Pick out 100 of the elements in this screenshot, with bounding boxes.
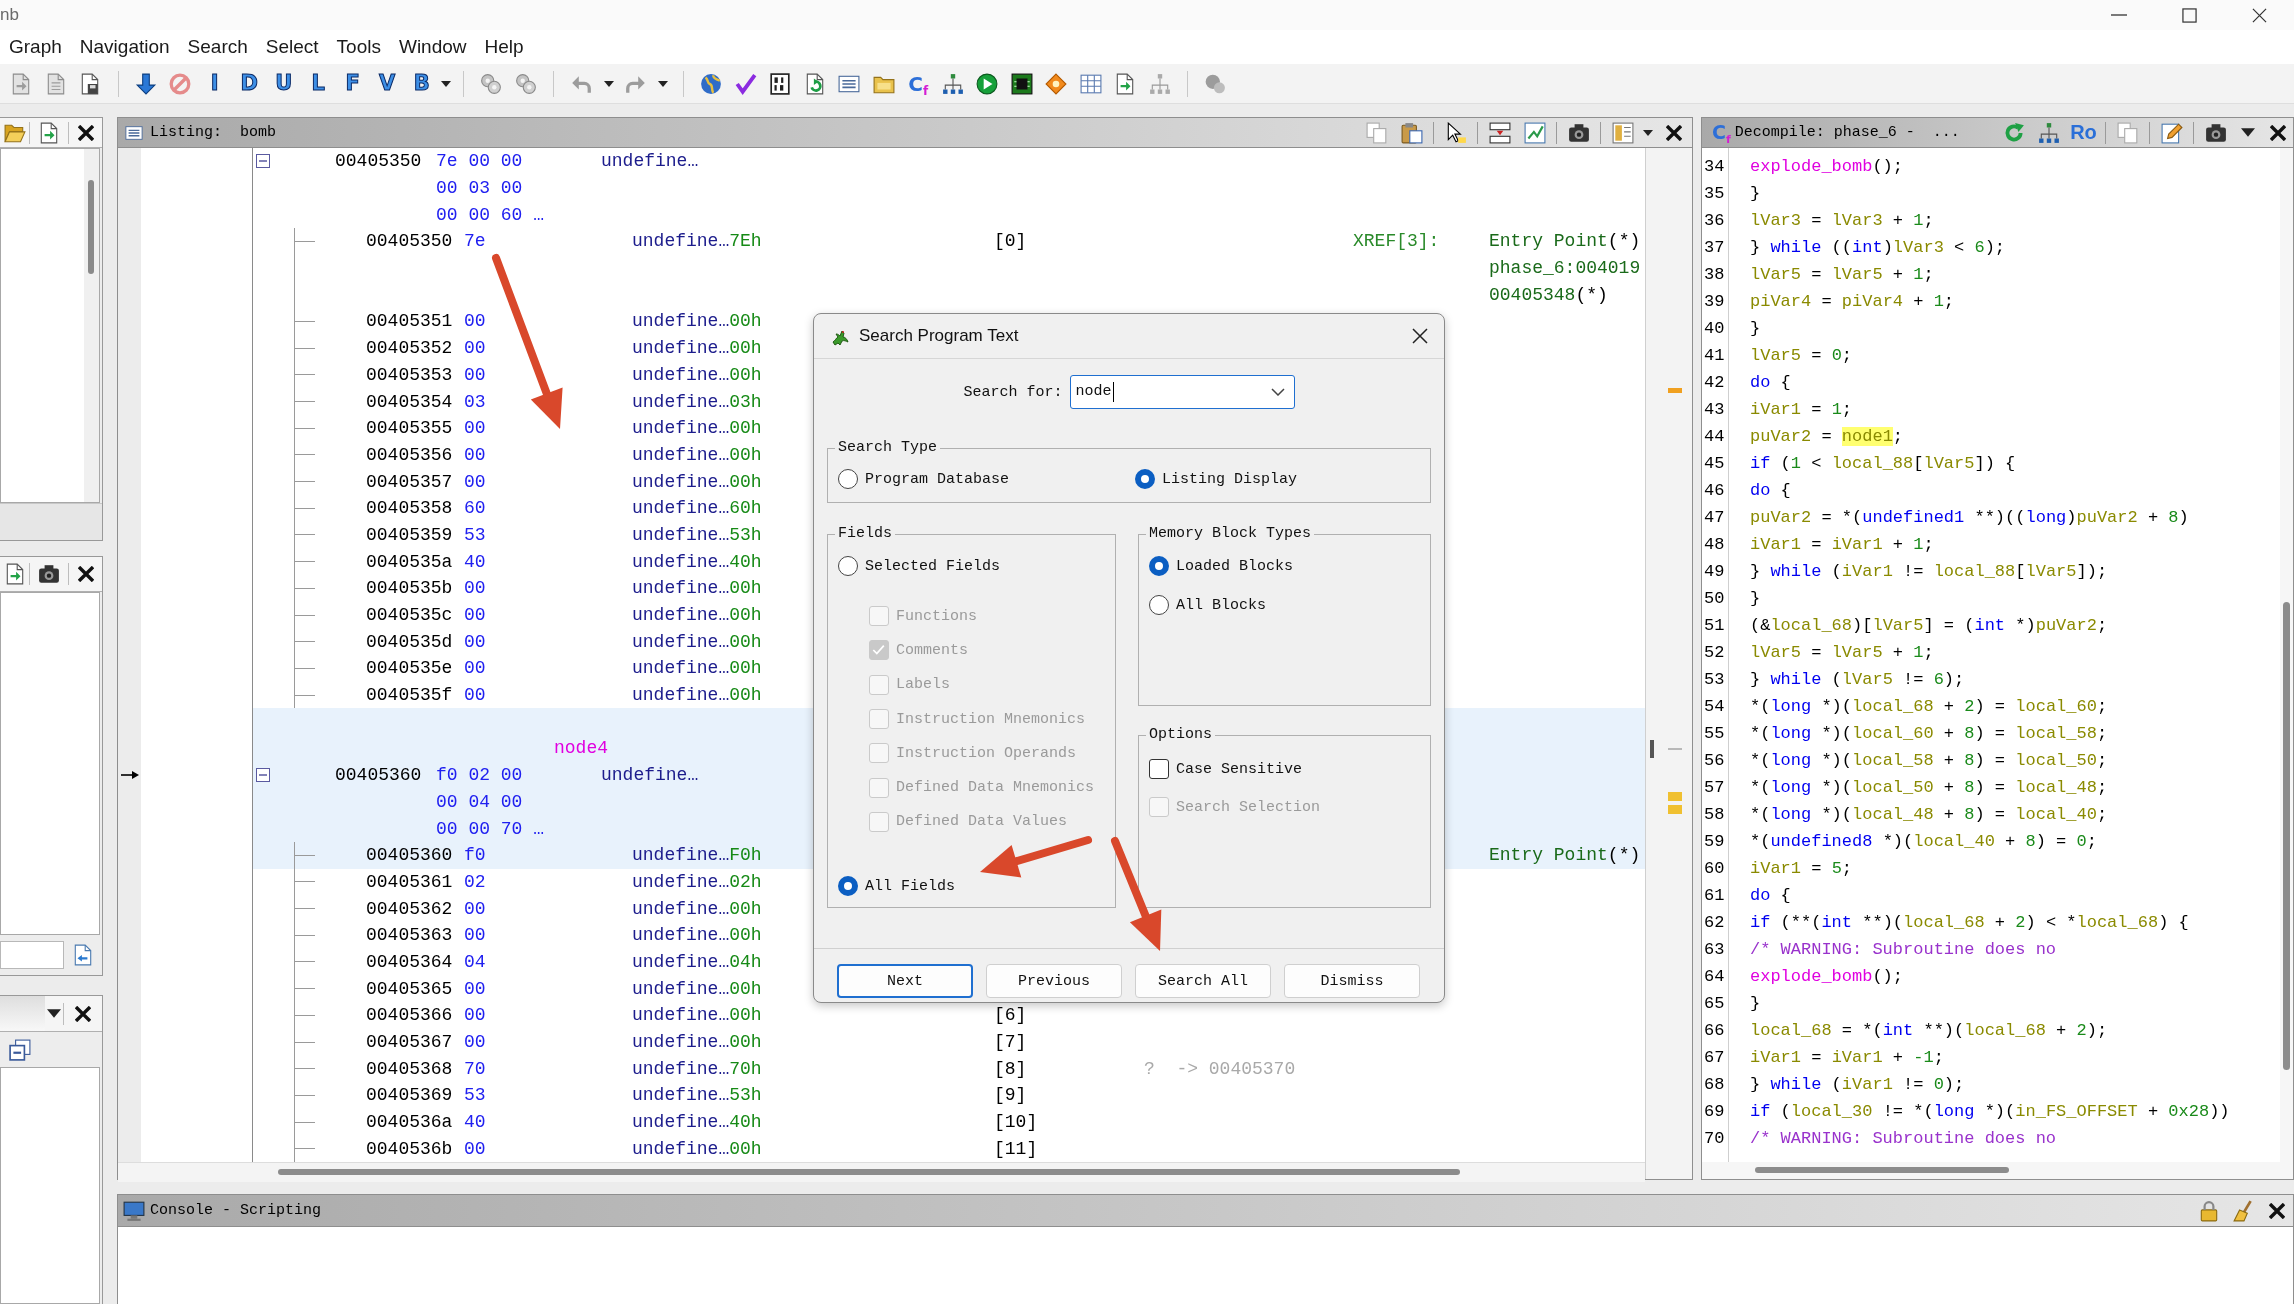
radio-button[interactable] [1149, 556, 1169, 576]
menu-item[interactable]: Select [256, 34, 328, 60]
radio-button[interactable] [1135, 469, 1155, 489]
mnemonic: undefine… [632, 658, 730, 679]
close-icon[interactable] [77, 566, 94, 582]
chart-icon[interactable] [1523, 121, 1546, 144]
dialog-button[interactable]: Search All [1135, 964, 1271, 998]
table-icon[interactable] [1079, 72, 1102, 95]
byte-value: 7e [464, 231, 486, 252]
menu-item[interactable]: Window [389, 34, 476, 60]
collapse-toggle-icon[interactable] [256, 768, 270, 783]
address: 00405354 [366, 391, 453, 412]
option-label: Labels [896, 676, 950, 694]
code-line: *(long *)(local_48 + 8) = local_40; [1750, 805, 2108, 824]
monitor-icon[interactable] [123, 1199, 145, 1222]
close-icon[interactable] [75, 1005, 91, 1022]
caret-icon[interactable] [658, 80, 668, 87]
byte-value: 00 [464, 658, 486, 679]
code-line: puVar2 = node1; [1750, 427, 1904, 446]
byte-value: 00 [464, 898, 486, 919]
binary-document-icon[interactable] [769, 72, 792, 95]
group-title: Options [1148, 726, 1213, 744]
close-icon[interactable] [2270, 124, 2286, 141]
panel-title: Console - Scripting [150, 1202, 322, 1219]
code-line: } while ((int)lVar3 < 6); [1750, 238, 2006, 257]
tree-icon[interactable] [941, 72, 964, 95]
dialog-button[interactable]: Previous [986, 964, 1122, 998]
code-line: } [1750, 319, 1761, 338]
address: 00405363 [366, 925, 453, 946]
scroll-thumb[interactable] [1650, 740, 1654, 758]
mnemonic: undefine… [632, 1005, 730, 1026]
close-icon[interactable] [1666, 124, 1682, 141]
code-line: (&local_68)[lVar5] = (int *)puVar2; [1750, 616, 2108, 635]
caret-icon[interactable] [47, 1009, 61, 1018]
caret-icon[interactable] [1643, 129, 1653, 136]
address: 00405352 [366, 338, 453, 359]
operand-value: 00h [729, 578, 762, 599]
operand-value: 00h [729, 898, 762, 919]
tree-icon[interactable] [2037, 121, 2060, 144]
caret-icon[interactable] [603, 80, 614, 87]
chevron-down-icon[interactable] [1270, 388, 1285, 396]
line-number: 63 [1704, 940, 1725, 959]
checkbox[interactable] [1149, 759, 1169, 779]
radio-button[interactable] [838, 469, 858, 489]
close-icon[interactable] [1412, 328, 1428, 344]
menu-item[interactable]: Navigation [70, 34, 179, 60]
radio-button[interactable] [1149, 595, 1169, 615]
edit-icon[interactable] [2160, 121, 2183, 144]
scroll-thumb[interactable] [88, 180, 94, 274]
camera-icon[interactable] [1567, 121, 1590, 144]
collapse-toggle-icon[interactable] [256, 154, 270, 169]
down-arrow-icon[interactable] [134, 72, 157, 95]
layout-icon[interactable] [1611, 121, 1634, 144]
camera-icon[interactable] [2204, 121, 2227, 144]
operand-value: 00h [729, 418, 762, 439]
byte-value: 00 [464, 364, 486, 385]
mnemonic: undefine… [632, 444, 730, 465]
byte-value: 00 [464, 1032, 486, 1053]
close-icon[interactable] [2251, 7, 2267, 23]
menu-item[interactable]: Search [178, 34, 257, 60]
byte-value: 60 [464, 498, 486, 519]
radio-button[interactable] [838, 876, 858, 897]
document-arrow-icon[interactable] [38, 121, 60, 144]
camera-icon[interactable] [38, 563, 60, 585]
globe-icon[interactable] [700, 72, 723, 95]
mnemonic: undefine… [632, 1112, 730, 1133]
scroll-thumb[interactable] [1755, 1167, 2009, 1173]
code-line: do { [1750, 373, 1791, 392]
discs-icon[interactable] [480, 72, 503, 95]
collapse-all-icon[interactable] [9, 1038, 31, 1061]
caret-icon[interactable] [2241, 128, 2255, 137]
radio-button[interactable] [838, 556, 858, 576]
code-line: puVar2 = *(undefined1 **)((long)puVar2 + 8) [1750, 508, 2189, 527]
overview-marker [1668, 748, 1682, 750]
menu-item[interactable]: Tools [327, 34, 390, 60]
paste-icon[interactable] [1400, 121, 1423, 144]
discs-icon[interactable] [514, 72, 537, 95]
diamond-icon[interactable] [1045, 72, 1068, 95]
close-icon[interactable] [77, 124, 94, 141]
caret-icon[interactable] [441, 80, 451, 87]
table-arrow-icon[interactable] [1488, 121, 1511, 144]
dialog-button[interactable]: Next [837, 964, 973, 998]
filter-field[interactable] [0, 941, 64, 969]
menu-item[interactable]: Help [475, 34, 533, 60]
search-combobox[interactable]: node [1069, 375, 1295, 409]
code-line: lVar5 = 0; [1750, 346, 1853, 365]
check-icon[interactable] [734, 72, 757, 95]
label-text: node4 [554, 738, 608, 759]
array-index: [6] [994, 1005, 1027, 1026]
line-number: 56 [1704, 751, 1725, 770]
chip-icon[interactable] [1010, 72, 1033, 95]
scroll-thumb[interactable] [2283, 602, 2290, 1070]
close-icon[interactable] [2269, 1202, 2285, 1219]
maximize-icon[interactable] [2181, 7, 2197, 23]
scroll-thumb[interactable] [278, 1169, 1460, 1176]
mnemonic: undefine… [632, 498, 730, 519]
list-icon[interactable] [125, 123, 143, 142]
play-icon[interactable] [976, 72, 999, 95]
dialog-button[interactable]: Dismiss [1284, 964, 1420, 998]
menu-item[interactable]: Graph [0, 34, 71, 60]
